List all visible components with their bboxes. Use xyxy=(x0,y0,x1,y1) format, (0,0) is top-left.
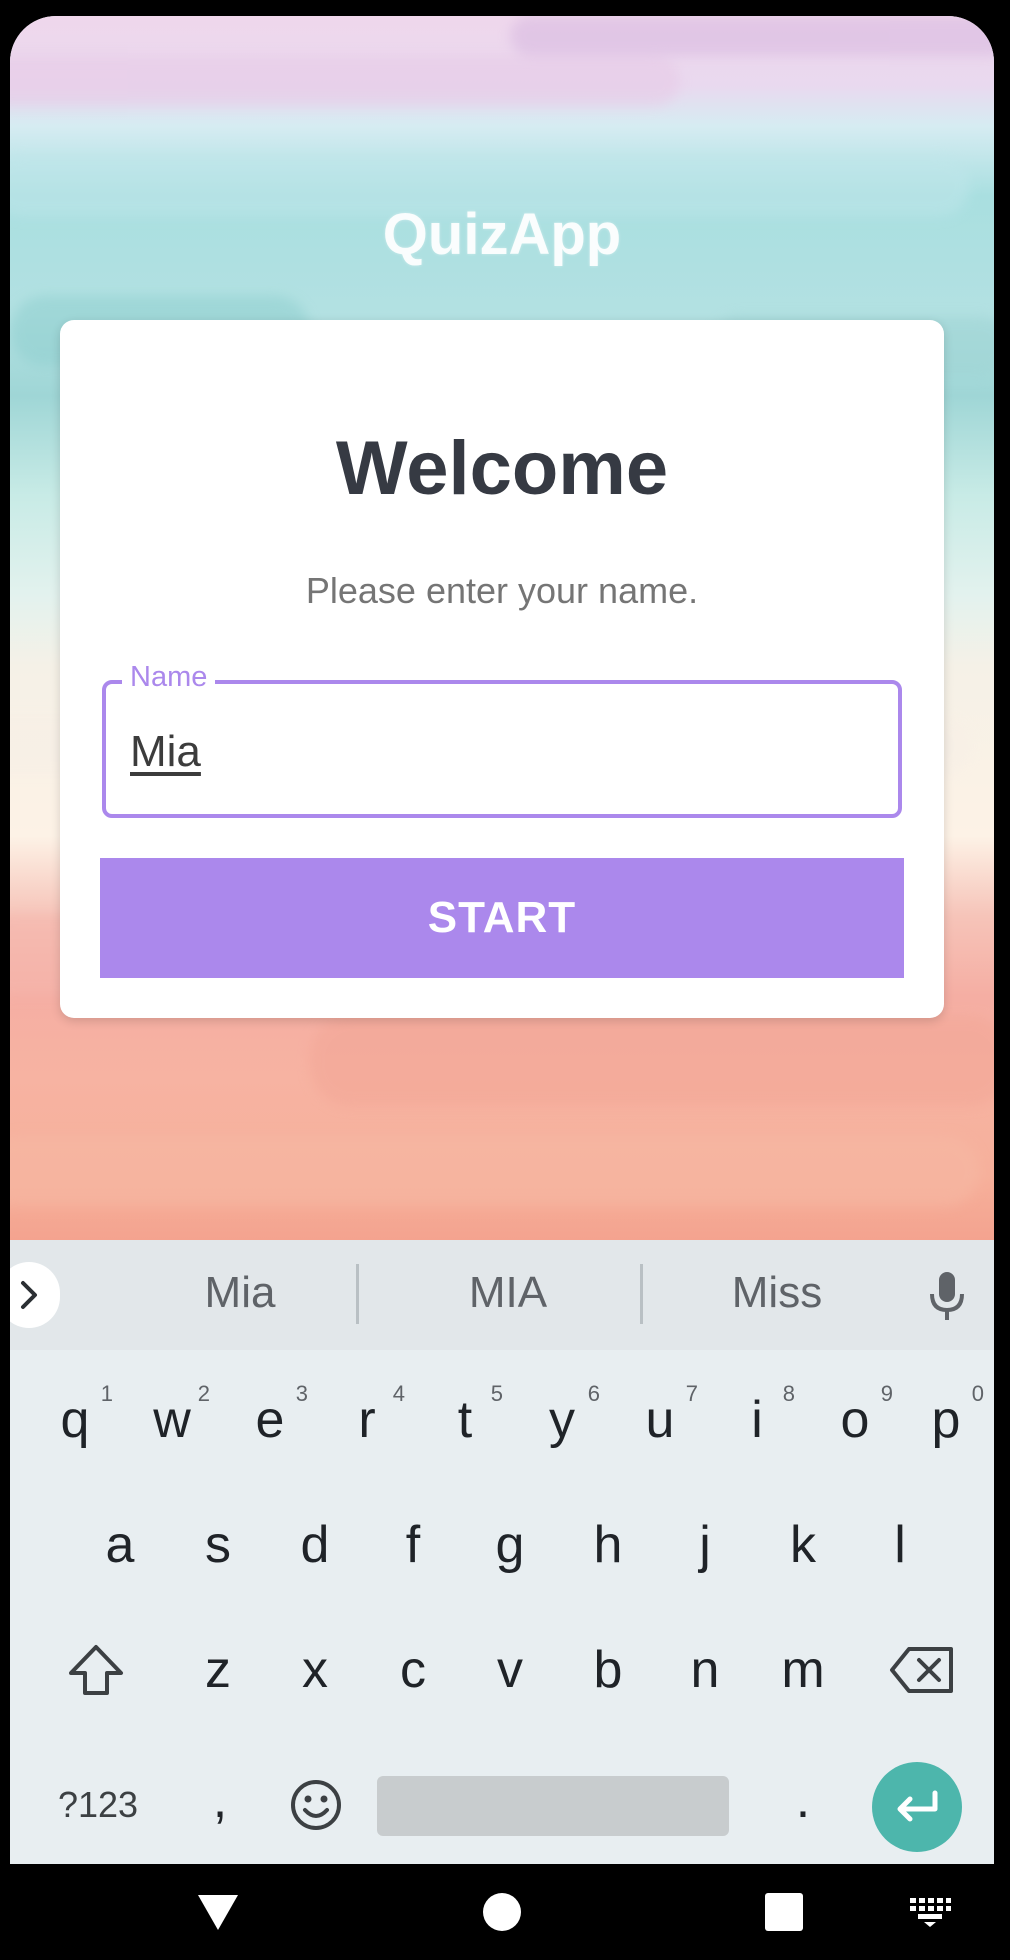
key-label: t xyxy=(457,1391,473,1449)
key-hint: 8 xyxy=(782,1381,795,1406)
key-a[interactable]: a xyxy=(72,1490,168,1600)
key-label: y xyxy=(549,1391,575,1449)
key-hint: 5 xyxy=(490,1381,503,1406)
symbols-key[interactable]: ?123 xyxy=(38,1750,158,1860)
key-label: r xyxy=(358,1391,376,1449)
soft-keyboard: Mia MIA Miss q1 w2 e3 r4 t5 y6 u7 i8 o9 … xyxy=(10,1240,994,1864)
key-u[interactable]: u7 xyxy=(612,1365,708,1475)
enter-icon[interactable] xyxy=(872,1762,962,1852)
key-hint: 0 xyxy=(971,1381,984,1406)
key-h[interactable]: h xyxy=(560,1490,656,1600)
key-label: w xyxy=(153,1391,191,1449)
name-field-label: Name xyxy=(122,661,216,694)
name-prompt: Please enter your name. xyxy=(305,570,699,611)
key-hint: 3 xyxy=(295,1381,308,1406)
suggestion-strip: Mia MIA Miss xyxy=(10,1240,994,1350)
key-x[interactable]: x xyxy=(267,1615,363,1725)
key-l[interactable]: l xyxy=(852,1490,948,1600)
name-field[interactable]: Name xyxy=(102,661,902,818)
key-w[interactable]: w2 xyxy=(124,1365,220,1475)
welcome-heading: Welcome xyxy=(335,426,669,511)
key-b[interactable]: b xyxy=(560,1615,656,1725)
chevron-right-icon[interactable] xyxy=(10,1262,60,1328)
key-t[interactable]: t5 xyxy=(417,1365,513,1475)
suggestion-divider xyxy=(356,1264,359,1324)
key-hint: 2 xyxy=(197,1381,210,1406)
microphone-icon[interactable] xyxy=(922,1266,972,1326)
key-g[interactable]: g xyxy=(462,1490,558,1600)
key-k[interactable]: k xyxy=(755,1490,851,1600)
navigation-bar xyxy=(0,1864,1010,1960)
key-hint: 6 xyxy=(587,1381,600,1406)
key-q[interactable]: q1 xyxy=(27,1365,123,1475)
key-z[interactable]: z xyxy=(170,1615,266,1725)
comma-key[interactable]: , xyxy=(172,1745,268,1855)
key-label: p xyxy=(931,1391,961,1449)
back-icon[interactable] xyxy=(188,1882,248,1942)
key-label: o xyxy=(840,1391,870,1449)
key-i[interactable]: i8 xyxy=(709,1365,805,1475)
home-icon[interactable] xyxy=(472,1882,532,1942)
key-f[interactable]: f xyxy=(365,1490,461,1600)
key-hint: 9 xyxy=(880,1381,893,1406)
key-y[interactable]: y6 xyxy=(514,1365,610,1475)
suggestion-2[interactable]: MIA xyxy=(373,1268,643,1318)
key-c[interactable]: c xyxy=(365,1615,461,1725)
key-hint: 1 xyxy=(100,1381,113,1406)
emoji-icon[interactable] xyxy=(268,1750,364,1860)
app-title: QuizApp xyxy=(382,202,622,267)
key-p[interactable]: p0 xyxy=(898,1365,994,1475)
key-s[interactable]: s xyxy=(170,1490,266,1600)
key-m[interactable]: m xyxy=(755,1615,851,1725)
key-e[interactable]: e3 xyxy=(222,1365,318,1475)
name-input[interactable] xyxy=(130,722,870,782)
keyboard-icon[interactable] xyxy=(900,1882,960,1942)
suggestion-3[interactable]: Miss xyxy=(642,1268,912,1318)
key-n[interactable]: n xyxy=(657,1615,753,1725)
key-hint: 7 xyxy=(685,1381,698,1406)
key-v[interactable]: v xyxy=(462,1615,558,1725)
key-r[interactable]: r4 xyxy=(319,1365,415,1475)
key-label: i xyxy=(751,1391,763,1449)
welcome-card: Welcome Please enter your name. Name STA… xyxy=(60,320,944,1018)
start-button[interactable]: START xyxy=(100,858,904,978)
backspace-icon[interactable] xyxy=(874,1615,970,1725)
phone-screen: QuizApp Welcome Please enter your name. … xyxy=(10,16,994,1864)
key-hint: 4 xyxy=(392,1381,405,1406)
key-o[interactable]: o9 xyxy=(807,1365,903,1475)
period-key[interactable]: . xyxy=(755,1745,851,1855)
key-d[interactable]: d xyxy=(267,1490,363,1600)
spacebar[interactable] xyxy=(377,1776,729,1836)
key-label: q xyxy=(60,1391,90,1449)
shift-icon[interactable] xyxy=(48,1615,144,1725)
recents-icon[interactable] xyxy=(754,1882,814,1942)
key-label: u xyxy=(645,1391,675,1449)
suggestion-1[interactable]: Mia xyxy=(105,1268,375,1318)
key-j[interactable]: j xyxy=(657,1490,753,1600)
key-label: e xyxy=(255,1391,285,1449)
